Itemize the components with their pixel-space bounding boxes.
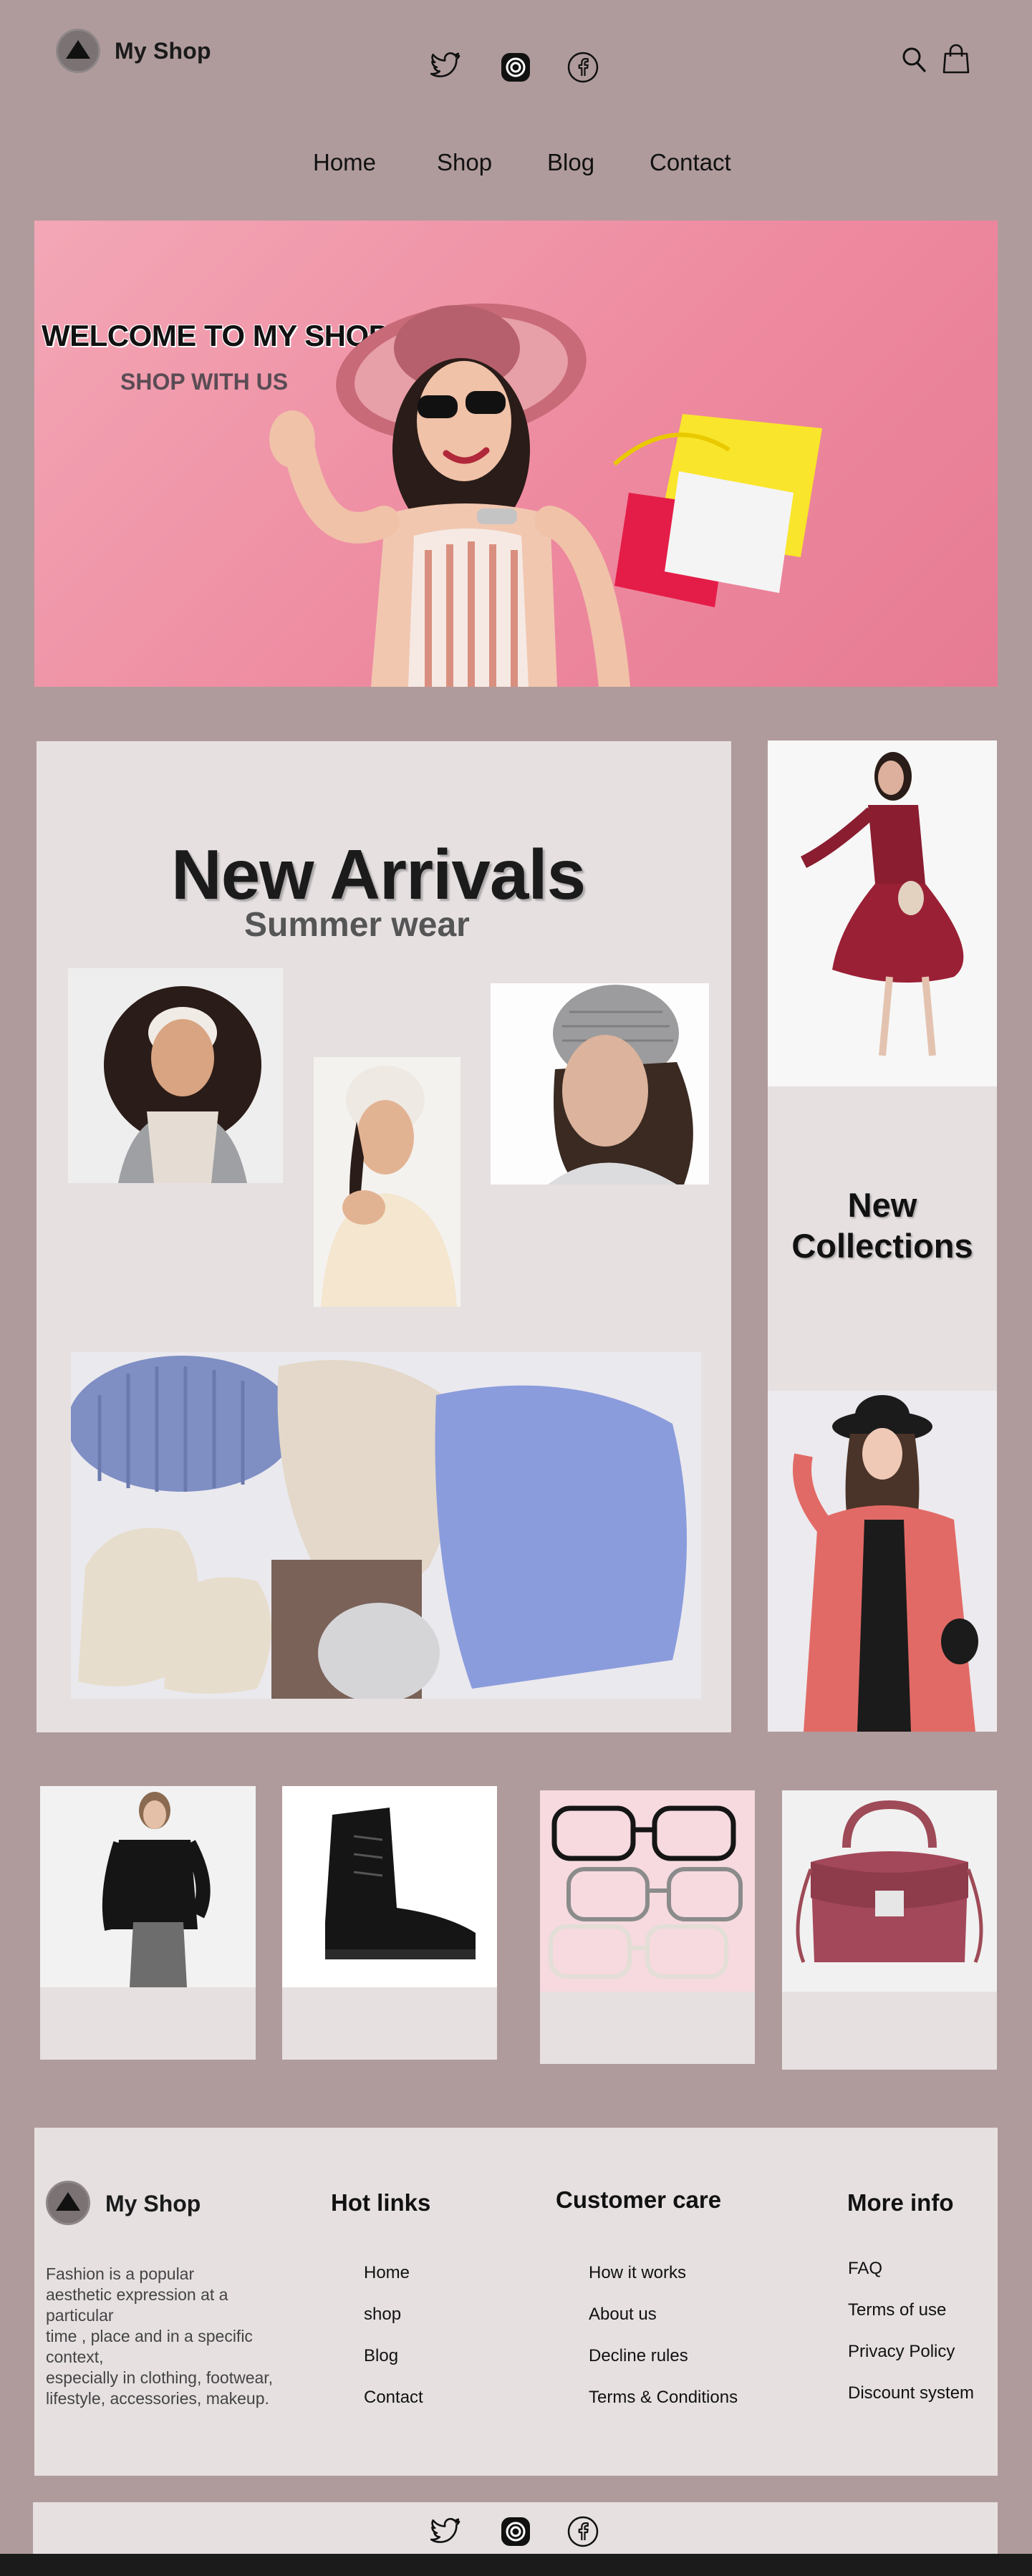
bottom-social-bar	[33, 2502, 998, 2560]
beige-beanie-model-photo[interactable]	[314, 1057, 460, 1307]
nav-blog[interactable]: Blog	[547, 149, 594, 176]
instagram-icon[interactable]	[500, 52, 531, 83]
footer-link-privacy-policy[interactable]: Privacy Policy	[848, 2342, 955, 2362]
footer-description: Fashion is a popular aesthetic expressio…	[46, 2264, 274, 2408]
red-coat-model-photo[interactable]	[768, 1391, 997, 1732]
shopping-bag-icon[interactable]	[942, 44, 970, 74]
footer-link-terms-of-use[interactable]: Terms of use	[848, 2300, 946, 2320]
brand-name[interactable]: My Shop	[115, 38, 211, 64]
eyeglasses-photo	[540, 1790, 755, 1992]
new-collections-line1: New	[847, 1186, 917, 1224]
curly-hair-model-photo[interactable]	[68, 968, 283, 1183]
main-nav: Home Shop Blog Contact	[0, 143, 1032, 186]
nav-contact[interactable]: Contact	[650, 149, 731, 176]
footer: My Shop Fashion is a popular aesthetic e…	[34, 2128, 998, 2476]
footer-link-faq[interactable]: FAQ	[848, 2259, 882, 2279]
twitter-icon[interactable]	[430, 52, 460, 78]
product-card[interactable]	[540, 1790, 755, 2064]
winter-clothes-flatlay-photo[interactable]	[71, 1352, 701, 1699]
new-arrivals-title: New Arrivals	[171, 835, 586, 914]
product-card[interactable]	[782, 1790, 997, 2070]
footer-link-how-it-works[interactable]: How it works	[589, 2263, 686, 2283]
hot-links-heading: Hot links	[331, 2189, 431, 2216]
new-arrivals-subtitle: Summer wear	[244, 906, 470, 944]
new-collections-title: New Collections	[768, 1185, 997, 1266]
footer-link-shop[interactable]: shop	[364, 2305, 401, 2325]
more-info-heading: More info	[847, 2189, 954, 2216]
footer-link-home[interactable]: Home	[364, 2263, 410, 2283]
footer-link-discount-system[interactable]: Discount system	[848, 2383, 974, 2403]
new-arrivals-panel: New Arrivals Summer wear	[37, 741, 731, 1732]
product-card[interactable]	[40, 1786, 256, 2060]
customer-care-heading: Customer care	[556, 2186, 722, 2213]
instagram-icon[interactable]	[500, 2516, 531, 2547]
footer-link-about-us[interactable]: About us	[589, 2305, 657, 2325]
twitter-icon[interactable]	[430, 2518, 460, 2544]
facebook-icon[interactable]	[567, 52, 599, 83]
search-icon[interactable]	[901, 46, 927, 73]
new-collections-panel: New Collections	[768, 741, 997, 1732]
nav-home[interactable]: Home	[313, 149, 376, 176]
hero-model-illustration	[269, 303, 822, 687]
cardigan-model-photo	[40, 1786, 256, 1987]
new-collections-line2: Collections	[791, 1227, 973, 1265]
footer-link-blog[interactable]: Blog	[364, 2346, 398, 2366]
page-bottom-strip	[0, 2554, 1032, 2576]
grey-beanie-model-photo[interactable]	[491, 983, 709, 1185]
footer-brand-name[interactable]: My Shop	[105, 2191, 201, 2217]
footer-link-terms-conditions[interactable]: Terms & Conditions	[589, 2388, 738, 2408]
header: My Shop	[0, 0, 1032, 100]
handbag-photo	[782, 1790, 997, 1992]
red-dress-model-photo[interactable]	[768, 741, 997, 1086]
facebook-icon[interactable]	[567, 2516, 599, 2547]
footer-link-decline-rules[interactable]: Decline rules	[589, 2346, 688, 2366]
footer-link-contact[interactable]: Contact	[364, 2388, 423, 2408]
product-card[interactable]	[282, 1786, 497, 2060]
footer-logo-icon[interactable]	[46, 2181, 90, 2225]
hero-banner: WELCOME TO MY SHOP SHOP WITH US	[34, 221, 998, 687]
black-boot-photo	[282, 1786, 497, 1987]
nav-shop[interactable]: Shop	[437, 149, 492, 176]
logo-icon[interactable]	[56, 29, 100, 73]
